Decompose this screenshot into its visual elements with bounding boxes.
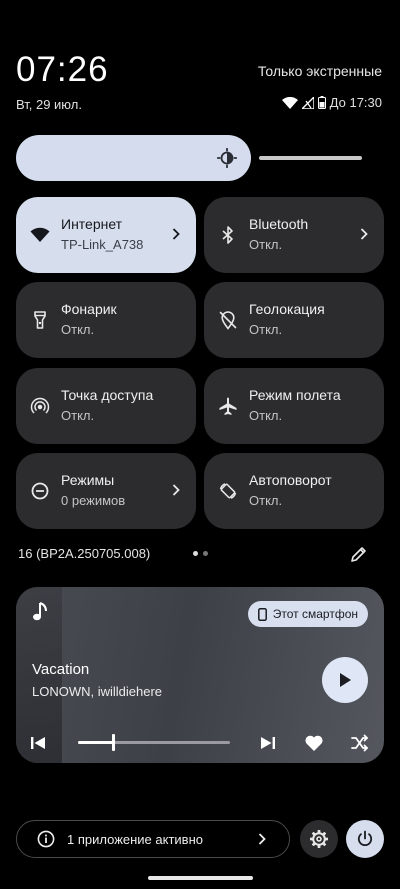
carrier-label: Только экстренные [257,63,382,79]
page-dot-active [193,551,198,556]
seek-progress [78,741,113,744]
brightness-slider[interactable] [16,135,362,181]
brightness-icon [217,148,237,168]
build-number[interactable]: 16 (BP2A.250705.008) [18,546,150,561]
tile-location-off[interactable]: Геолокация Откл. [204,282,384,358]
flashlight-icon [30,310,50,330]
power-icon [357,830,373,846]
power-button[interactable] [346,820,384,858]
tile-title: Точка доступа [61,387,154,403]
output-device-label: Этот смартфон [272,607,358,621]
output-device-chip[interactable]: Этот смартфон [247,601,368,627]
shuffle-icon[interactable] [350,733,370,753]
chevron-right-icon[interactable] [358,227,370,241]
chevron-right-icon[interactable] [170,483,182,497]
tile-status: 0 режимов [61,493,126,508]
tile-status: Откл. [249,237,283,252]
tile-bluetooth[interactable]: Bluetooth Откл. [204,197,384,273]
wifi-icon [30,225,50,245]
tile-auto-rotate[interactable]: Автоповорот Откл. [204,453,384,529]
settings-button[interactable] [300,820,338,858]
tile-title: Bluetooth [249,216,309,232]
tile-status: Откл. [249,493,283,508]
play-icon [340,673,351,687]
airplane-icon [218,396,238,416]
song-title: Vacation [32,661,90,678]
location-off-icon [218,310,238,330]
brightness-track-rest [259,156,362,160]
tile-title: Фонарик [61,301,117,317]
page-dot [203,551,208,556]
date-label[interactable]: Вт, 29 июл. [16,97,82,112]
chevron-right-icon[interactable] [170,227,182,241]
tile-title: Режим полета [249,387,341,403]
status-icons: До 17:30 [281,95,382,110]
tile-status: Откл. [61,322,95,337]
chevron-right-icon [258,833,266,845]
tile-wifi[interactable]: Интернет TP-Link_A738 [16,197,196,273]
play-button[interactable] [322,657,368,703]
home-gesture-bar[interactable] [148,876,253,880]
alarm-label: До 17:30 [329,95,382,110]
tile-airplane[interactable]: Режим полета Откл. [204,368,384,444]
edit-pencil-icon[interactable] [350,545,368,563]
seek-bar[interactable] [78,734,230,751]
wifi-status-icon [281,96,298,109]
song-artist: LONOWN, iwilldiehere [32,684,163,699]
tile-title: Интернет [61,216,123,232]
clock[interactable]: 07:26 [16,50,109,90]
active-apps-label: 1 приложение активно [67,831,203,847]
tile-status: Откл. [61,408,95,423]
phone-icon [257,607,267,621]
bluetooth-icon [218,225,238,245]
tile-status: Откл. [249,408,283,423]
tile-status: Откл. [249,322,283,337]
page-indicator [193,551,208,556]
tile-status: TP-Link_A738 [61,237,144,252]
seek-thumb[interactable] [112,734,115,751]
previous-track-icon[interactable] [28,733,48,753]
tile-title: Автоповорот [249,472,332,488]
heart-icon[interactable] [304,733,324,753]
next-track-icon[interactable] [258,733,278,753]
info-icon [37,830,55,848]
gear-icon [310,830,328,848]
tile-flashlight[interactable]: Фонарик Откл. [16,282,196,358]
active-apps-button[interactable]: 1 приложение активно [16,820,290,858]
brightness-fill [16,135,251,181]
music-note-icon [33,602,47,621]
tile-title: Режимы [61,472,115,488]
modes-icon [30,481,50,501]
media-player-card[interactable]: Этот смартфон Vacation LONOWN, iwilldieh… [16,587,384,763]
battery-icon [317,96,326,109]
hotspot-icon [30,396,50,416]
auto-rotate-icon [218,481,238,501]
cell-signal-icon [301,96,314,109]
tile-hotspot[interactable]: Точка доступа Откл. [16,368,196,444]
tile-modes[interactable]: Режимы 0 режимов [16,453,196,529]
tile-title: Геолокация [249,301,325,317]
